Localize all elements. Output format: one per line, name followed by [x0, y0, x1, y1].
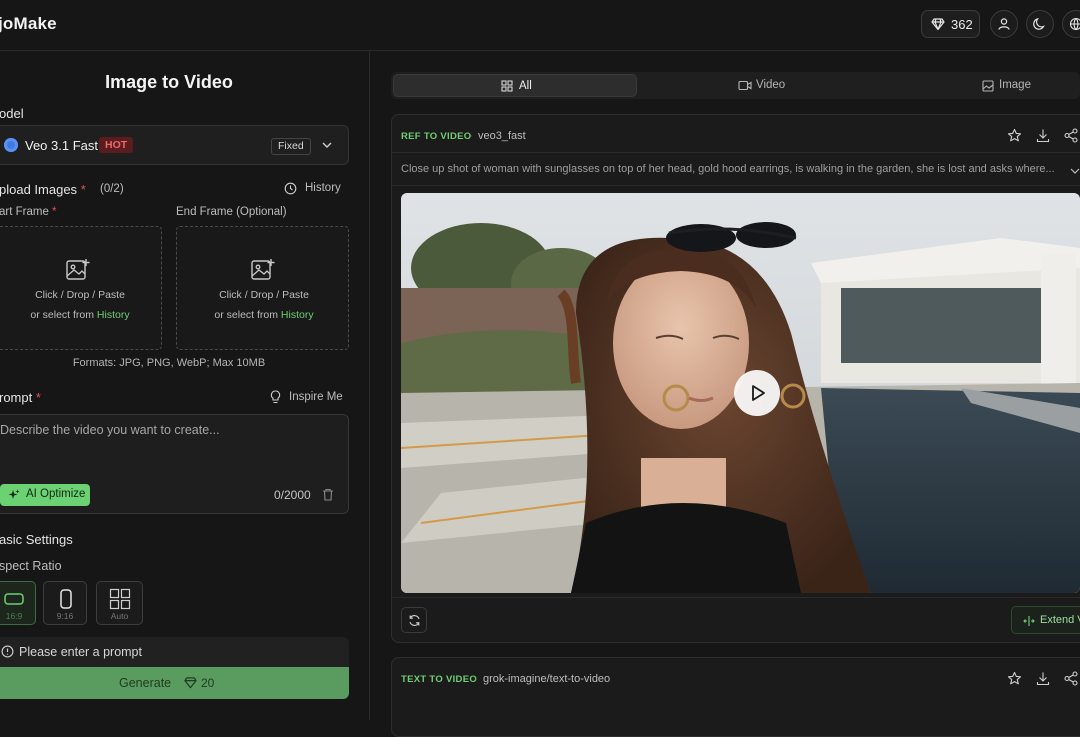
- image-add-icon: [250, 257, 276, 283]
- play-icon: [751, 384, 766, 402]
- credits-badge[interactable]: 362: [921, 10, 980, 38]
- inspire-me-label: Inspire Me: [289, 391, 343, 403]
- image-icon: [982, 80, 994, 92]
- dropzone-select: or select from History: [0, 305, 163, 325]
- refresh-icon: [408, 614, 421, 627]
- diamond-icon: [931, 17, 945, 31]
- start-frame-label: art Frame *: [0, 206, 57, 218]
- end-frame-label: End Frame (Optional): [176, 206, 287, 218]
- prompt-placeholder: Describe the video you want to create...: [0, 423, 220, 437]
- generate-button[interactable]: Generate 20: [0, 667, 349, 699]
- warning-bar: Please enter a prompt: [0, 637, 349, 667]
- ratio-16-9-option[interactable]: 16:9: [0, 581, 36, 625]
- extend-arrows-icon: [1023, 615, 1035, 627]
- clock-icon: [284, 182, 297, 195]
- generate-cost: 20: [201, 676, 214, 690]
- dropzone-text: Click / Drop / Paste: [0, 285, 163, 305]
- card-divider: [392, 152, 1080, 153]
- dropzone-select: or select from History: [181, 305, 347, 325]
- card-model: grok-imagine/text-to-video: [483, 673, 610, 685]
- user-button[interactable]: [990, 10, 1018, 38]
- card-model: veo3_fast: [478, 130, 526, 142]
- lightbulb-icon: [270, 390, 281, 404]
- grid-icon: [501, 80, 513, 92]
- download-icon[interactable]: [1036, 671, 1050, 686]
- ai-optimize-button[interactable]: AI Optimize: [0, 484, 90, 506]
- extend-video-button[interactable]: Extend V: [1011, 606, 1080, 634]
- ratio-label: 9:16: [44, 611, 86, 621]
- tab-label: Video: [756, 79, 785, 91]
- dot-separator: ·: [469, 130, 473, 142]
- tab-label: Image: [999, 79, 1031, 91]
- extend-label: Extend V: [1040, 614, 1080, 626]
- upload-images-label: pload Images *: [0, 182, 86, 197]
- globe-icon: [1069, 17, 1080, 31]
- share-icon[interactable]: [1064, 128, 1078, 143]
- ratio-auto-option[interactable]: Auto: [96, 581, 143, 625]
- upload-count: (0/2): [100, 183, 124, 195]
- ai-optimize-label: AI Optimize: [26, 488, 85, 500]
- formats-note: Formats: JPG, PNG, WebP; Max 10MB: [0, 357, 338, 369]
- image-add-icon: [65, 257, 91, 283]
- grid-icon: [109, 588, 131, 610]
- user-icon: [997, 17, 1011, 31]
- model-logo-icon: [4, 138, 18, 152]
- card-prompt-text: Close up shot of woman with sunglasses o…: [401, 163, 1055, 175]
- top-header: [0, 0, 1080, 51]
- prompt-char-counter: 0/2000: [274, 488, 311, 502]
- info-icon: [1, 645, 14, 658]
- video-camera-icon: [738, 80, 752, 91]
- card-type-tag: REF TO VIDEO: [401, 131, 471, 142]
- portrait-ratio-icon: [59, 588, 73, 610]
- share-icon[interactable]: [1064, 671, 1078, 686]
- regenerate-button[interactable]: [401, 607, 427, 633]
- chevron-down-icon[interactable]: [321, 140, 333, 150]
- ratio-label: Auto: [97, 611, 142, 621]
- tab-all[interactable]: All: [393, 74, 637, 97]
- hot-badge: HOT: [99, 137, 133, 153]
- ratio-label: 16:9: [0, 611, 35, 621]
- tab-label: All: [519, 80, 532, 92]
- card-divider: [392, 597, 1080, 598]
- play-button[interactable]: [734, 370, 780, 416]
- star-icon[interactable]: [1007, 671, 1022, 686]
- download-icon[interactable]: [1036, 128, 1050, 143]
- app-logo[interactable]: joMake: [0, 14, 57, 34]
- fixed-badge: Fixed: [271, 138, 311, 155]
- generate-label: Generate: [119, 676, 171, 690]
- card-divider: [392, 185, 1080, 186]
- aspect-ratio-label: spect Ratio: [0, 559, 62, 573]
- theme-toggle-button[interactable]: [1026, 10, 1054, 38]
- chevron-down-icon[interactable]: [1070, 167, 1080, 175]
- sparkle-icon: [8, 489, 20, 501]
- history-label: History: [305, 182, 341, 194]
- basic-settings-label: asic Settings: [0, 532, 73, 547]
- prompt-label: rompt *: [0, 390, 41, 405]
- model-label: odel: [0, 106, 24, 121]
- end-frame-dropzone[interactable]: Click / Drop / Paste or select from Hist…: [176, 226, 349, 350]
- star-icon[interactable]: [1007, 128, 1022, 143]
- landscape-ratio-icon: [3, 592, 25, 606]
- dropzone-text: Click / Drop / Paste: [181, 285, 347, 305]
- dot-separator: ·: [474, 673, 478, 685]
- moon-icon: [1033, 17, 1047, 31]
- generation-card: [391, 657, 1080, 737]
- trash-icon[interactable]: [322, 488, 334, 501]
- card-type-tag: TEXT TO VIDEO: [401, 674, 477, 685]
- start-frame-dropzone[interactable]: Click / Drop / Paste or select from Hist…: [0, 226, 162, 350]
- page-title: Image to Video: [0, 72, 338, 93]
- warning-text: Please enter a prompt: [19, 645, 142, 659]
- diamond-icon: [184, 676, 197, 689]
- history-link[interactable]: History: [281, 309, 314, 321]
- history-link[interactable]: History: [97, 309, 130, 321]
- model-name: Veo 3.1 Fast: [25, 138, 98, 153]
- credits-count: 362: [951, 17, 973, 32]
- ratio-9-16-option[interactable]: 9:16: [43, 581, 87, 625]
